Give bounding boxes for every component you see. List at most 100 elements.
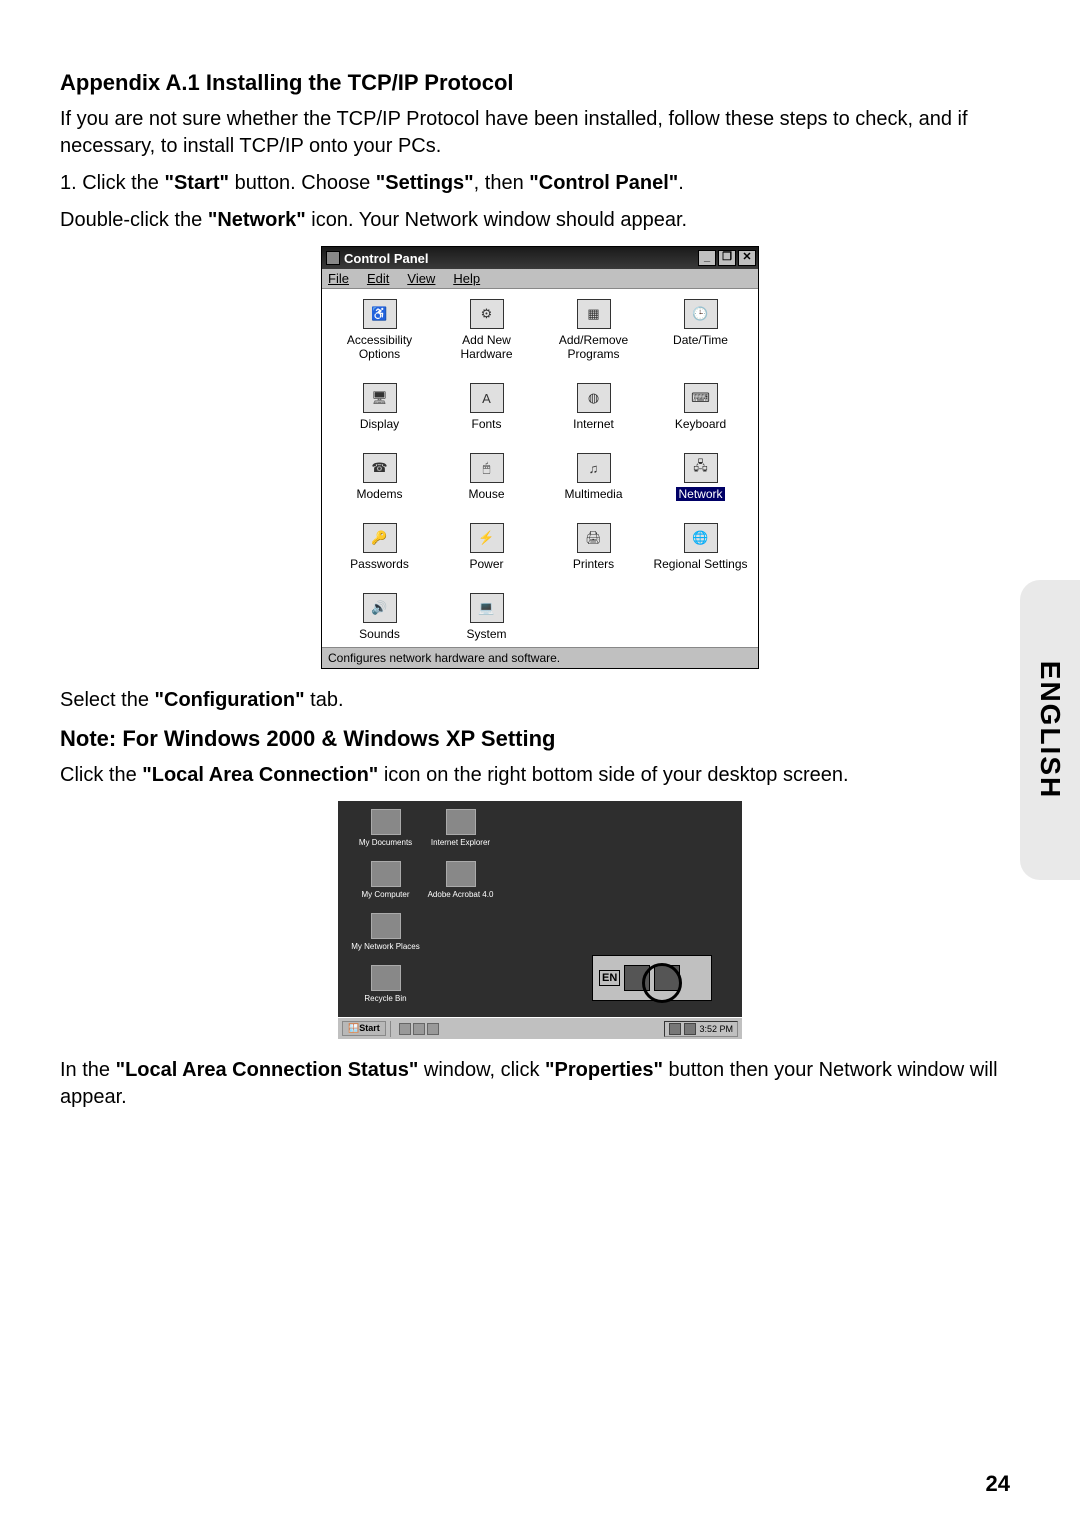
cp-item-internet[interactable]: ◍Internet bbox=[542, 383, 645, 431]
desktop-icon-label: My Network Places bbox=[348, 942, 423, 951]
cp-icon: A bbox=[470, 383, 504, 413]
language-tab-text: ENGLISH bbox=[1034, 661, 1066, 799]
ql-icon[interactable] bbox=[399, 1023, 411, 1035]
cp-item-date-time[interactable]: 🕒Date/Time bbox=[649, 299, 752, 361]
menu-file[interactable]: File bbox=[328, 271, 349, 286]
menu-help[interactable]: Help bbox=[453, 271, 480, 286]
system-icon bbox=[326, 251, 340, 265]
step-1: 1. Click the "Start" button. Choose "Set… bbox=[60, 172, 1020, 195]
start-button[interactable]: 🪟Start bbox=[342, 1021, 386, 1036]
ql-icon[interactable] bbox=[427, 1023, 439, 1035]
cp-item-sounds[interactable]: 🔊 Sounds bbox=[328, 593, 431, 641]
desktop-icon[interactable]: Recycle Bin bbox=[348, 965, 423, 1003]
desktop-icon-label: Adobe Acrobat 4.0 bbox=[423, 890, 498, 899]
maximize-button[interactable]: ❐ bbox=[718, 250, 736, 266]
cp-item-power[interactable]: ⚡Power bbox=[435, 523, 538, 571]
cp-icon: ⚙ bbox=[470, 299, 504, 329]
cp-item-keyboard[interactable]: ⌨ Keyboard bbox=[649, 383, 752, 431]
cp-item-add-new-hardware[interactable]: ⚙ Add New Hardware bbox=[435, 299, 538, 361]
cp-label: Regional Settings bbox=[649, 557, 752, 571]
control-panel-window: Control Panel _ ❐ ✕ File Edit View Help … bbox=[321, 246, 759, 669]
desktop-icon-graphic bbox=[446, 861, 476, 887]
desktop-icon[interactable]: My Network Places bbox=[348, 913, 423, 951]
double-click-line: Double-click the "Network" icon. Your Ne… bbox=[60, 207, 1020, 234]
cp-label: Sounds bbox=[328, 627, 431, 641]
cp-label: Add New Hardware bbox=[435, 333, 538, 361]
cp-item-mouse[interactable]: 🖱Mouse bbox=[435, 453, 538, 501]
desktop-icon-graphic bbox=[371, 861, 401, 887]
cp-icon: 🖧 bbox=[684, 453, 718, 483]
desktop-icon[interactable]: My Documents bbox=[348, 809, 423, 847]
menu-view[interactable]: View bbox=[407, 271, 435, 286]
desktop-icon-label: Recycle Bin bbox=[348, 994, 423, 1003]
cp-icon: 💻 bbox=[470, 593, 504, 623]
statusbar: Configures network hardware and software… bbox=[322, 647, 758, 668]
tray-icon[interactable] bbox=[669, 1023, 681, 1035]
desktop-screenshot: My DocumentsInternet Explorer My Computer… bbox=[338, 801, 742, 1039]
heading-appendix: Appendix A.1 Installing the TCP/IP Proto… bbox=[60, 70, 1020, 96]
cp-label: Accessibility Options bbox=[328, 333, 431, 361]
desktop-icon-graphic bbox=[371, 913, 401, 939]
cp-item-add-remove-programs[interactable]: ▦Add/Remove Programs bbox=[542, 299, 645, 361]
desktop-icon[interactable]: My Computer bbox=[348, 861, 423, 899]
desktop-icon-graphic bbox=[371, 809, 401, 835]
cp-icon: 🔑 bbox=[363, 523, 397, 553]
cp-icon: ⌨ bbox=[684, 383, 718, 413]
tray-lang-icon[interactable]: EN bbox=[599, 970, 620, 986]
cp-label: Network bbox=[676, 487, 724, 501]
language-tab: ENGLISH bbox=[1020, 580, 1080, 880]
cp-label: Modems bbox=[328, 487, 431, 501]
cp-label: Printers bbox=[542, 557, 645, 571]
minimize-button[interactable]: _ bbox=[698, 250, 716, 266]
cp-item-system[interactable]: 💻System bbox=[435, 593, 538, 641]
control-panel-content: ♿ Accessibility Options ⚙ Add New Hardware▦… bbox=[322, 289, 758, 647]
highlight-circle bbox=[642, 963, 682, 1003]
cp-label: Internet bbox=[542, 417, 645, 431]
titlebar: Control Panel _ ❐ ✕ bbox=[322, 247, 758, 269]
cp-icon: ☎ bbox=[363, 453, 397, 483]
cp-item-passwords[interactable]: 🔑Passwords bbox=[328, 523, 431, 571]
cp-label: Display bbox=[328, 417, 431, 431]
cp-label: Add/Remove Programs bbox=[542, 333, 645, 361]
cp-icon: 🔊 bbox=[363, 593, 397, 623]
cp-label: Power bbox=[435, 557, 538, 571]
ql-icon[interactable] bbox=[413, 1023, 425, 1035]
desktop-icon-graphic bbox=[446, 809, 476, 835]
heading-note: Note: For Windows 2000 & Windows XP Sett… bbox=[60, 726, 1020, 752]
intro-paragraph: If you are not sure whether the TCP/IP P… bbox=[60, 106, 1020, 160]
cp-icon: ♫ bbox=[577, 453, 611, 483]
click-lan-line: Click the "Local Area Connection" icon o… bbox=[60, 762, 1020, 789]
lan-status-line: In the "Local Area Connection Status" wi… bbox=[60, 1057, 1020, 1111]
system-tray: 3:52 PM bbox=[664, 1021, 738, 1037]
cp-item-regional-settings[interactable]: 🌐Regional Settings bbox=[649, 523, 752, 571]
menubar: File Edit View Help bbox=[322, 269, 758, 289]
cp-icon: 🖨 bbox=[577, 523, 611, 553]
cp-item-accessibility-options[interactable]: ♿ Accessibility Options bbox=[328, 299, 431, 361]
cp-label: Fonts bbox=[435, 417, 538, 431]
cp-item-printers[interactable]: 🖨 Printers bbox=[542, 523, 645, 571]
cp-item-network[interactable]: 🖧 Network bbox=[649, 453, 752, 501]
desktop-icon-label: My Documents bbox=[348, 838, 423, 847]
select-config-line: Select the "Configuration" tab. bbox=[60, 687, 1020, 714]
desktop-icon[interactable]: Internet Explorer bbox=[423, 809, 498, 847]
close-button[interactable]: ✕ bbox=[738, 250, 756, 266]
desktop-icon-label: My Computer bbox=[348, 890, 423, 899]
desktop-icon[interactable] bbox=[423, 913, 498, 951]
window-title: Control Panel bbox=[344, 251, 698, 266]
quick-launch[interactable] bbox=[399, 1023, 439, 1035]
cp-label: Mouse bbox=[435, 487, 538, 501]
cp-label: Date/Time bbox=[649, 333, 752, 347]
cp-item-modems[interactable]: ☎ Modems bbox=[328, 453, 431, 501]
taskbar: 🪟Start 3:52 PM bbox=[338, 1017, 742, 1039]
cp-item-fonts[interactable]: A Fonts bbox=[435, 383, 538, 431]
cp-label: Keyboard bbox=[649, 417, 752, 431]
desktop-icon[interactable]: Adobe Acrobat 4.0 bbox=[423, 861, 498, 899]
cp-item-multimedia[interactable]: ♫Multimedia bbox=[542, 453, 645, 501]
cp-item-display[interactable]: 🖥 Display bbox=[328, 383, 431, 431]
menu-edit[interactable]: Edit bbox=[367, 271, 389, 286]
cp-icon: ♿ bbox=[363, 299, 397, 329]
desktop-icon-label: Internet Explorer bbox=[423, 838, 498, 847]
cp-icon: 🖥 bbox=[363, 383, 397, 413]
desktop-icon-graphic bbox=[371, 965, 401, 991]
tray-icon[interactable] bbox=[684, 1023, 696, 1035]
